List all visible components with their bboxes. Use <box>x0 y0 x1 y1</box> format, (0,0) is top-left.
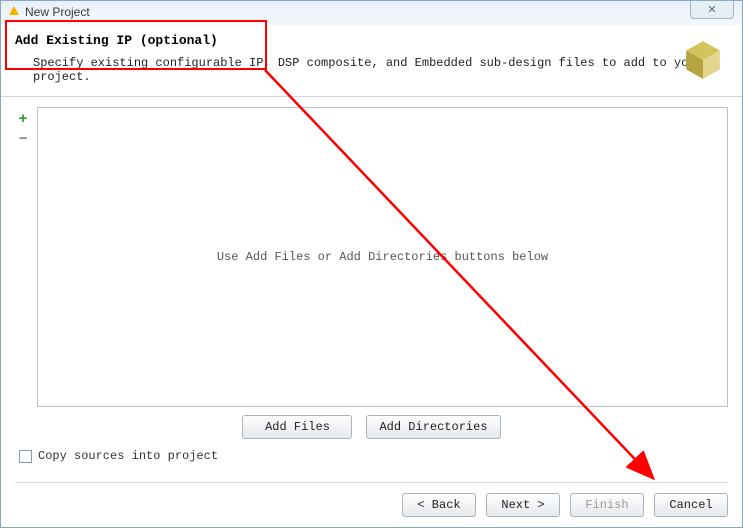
file-buttons-row: Add Files Add Directories <box>15 415 728 439</box>
plus-icon: + <box>18 112 27 127</box>
copy-sources-row: Copy sources into project <box>19 449 728 463</box>
window-title: New Project <box>25 5 90 19</box>
minus-icon: − <box>18 132 27 147</box>
ip-file-list[interactable]: Use Add Files or Add Directories buttons… <box>37 107 728 407</box>
page-subtitle: Specify existing configurable IP, DSP co… <box>15 56 728 84</box>
copy-sources-checkbox[interactable] <box>19 450 32 463</box>
add-item-button[interactable]: + <box>15 111 31 127</box>
list-side-buttons: + − <box>15 107 31 407</box>
list-placeholder: Use Add Files or Add Directories buttons… <box>217 250 548 264</box>
cancel-button[interactable]: Cancel <box>654 493 728 517</box>
close-icon: ✕ <box>707 3 716 16</box>
header: Add Existing IP (optional) Specify exist… <box>1 25 742 97</box>
content-area: + − Use Add Files or Add Directories but… <box>1 97 742 469</box>
app-icon <box>7 6 19 18</box>
copy-sources-label: Copy sources into project <box>38 449 218 463</box>
page-title: Add Existing IP (optional) <box>15 33 728 48</box>
add-files-button[interactable]: Add Files <box>242 415 352 439</box>
back-button[interactable]: < Back <box>402 493 476 517</box>
add-directories-button[interactable]: Add Directories <box>366 415 500 439</box>
close-button[interactable]: ✕ <box>690 1 734 19</box>
remove-item-button[interactable]: − <box>15 131 31 147</box>
dialog-window: New Project ✕ Add Existing IP (optional)… <box>0 0 743 528</box>
vivado-logo-icon <box>682 39 724 81</box>
next-button[interactable]: Next > <box>486 493 560 517</box>
wizard-nav: < Back Next > Finish Cancel <box>402 493 728 517</box>
titlebar: New Project ✕ <box>1 1 742 23</box>
finish-button: Finish <box>570 493 644 517</box>
footer-separator <box>15 482 728 483</box>
